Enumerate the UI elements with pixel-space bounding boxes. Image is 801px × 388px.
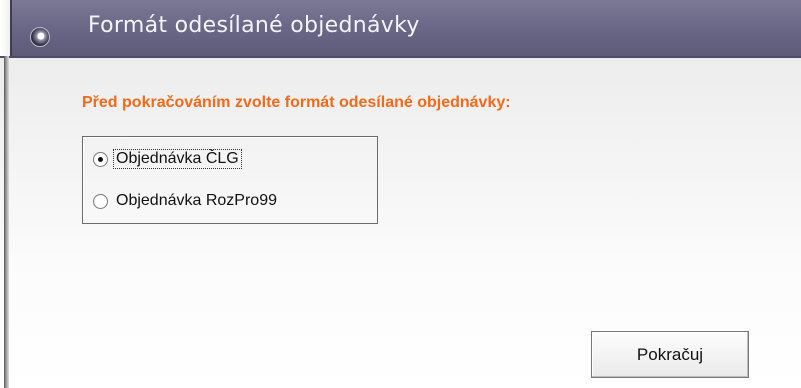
window-left-border [4, 56, 9, 388]
title-bar: Formát odesílané objednávky [0, 0, 801, 58]
format-prompt: Před pokračováním zvolte formát odesílan… [82, 94, 511, 111]
radio-option-clg[interactable]: Objednávka ČLG [93, 147, 242, 171]
radio-button-clg[interactable] [93, 151, 108, 167]
format-radio-group: Objednávka ČLG Objednávka RozPro99 [82, 136, 378, 224]
radio-option-rozpro99[interactable]: Objednávka RozPro99 [93, 189, 279, 213]
continue-button[interactable]: Pokračuj [591, 331, 749, 378]
dialog-window: Formát odesílané objednávky Před pokračo… [0, 0, 801, 388]
radio-button-rozpro99[interactable] [93, 193, 108, 209]
radio-label-clg: Objednávka ČLG [113, 149, 242, 169]
radio-label-rozpro99: Objednávka RozPro99 [116, 192, 277, 209]
dialog-title: Formát odesílané objednávky [88, 13, 420, 38]
disc-icon [30, 27, 50, 47]
